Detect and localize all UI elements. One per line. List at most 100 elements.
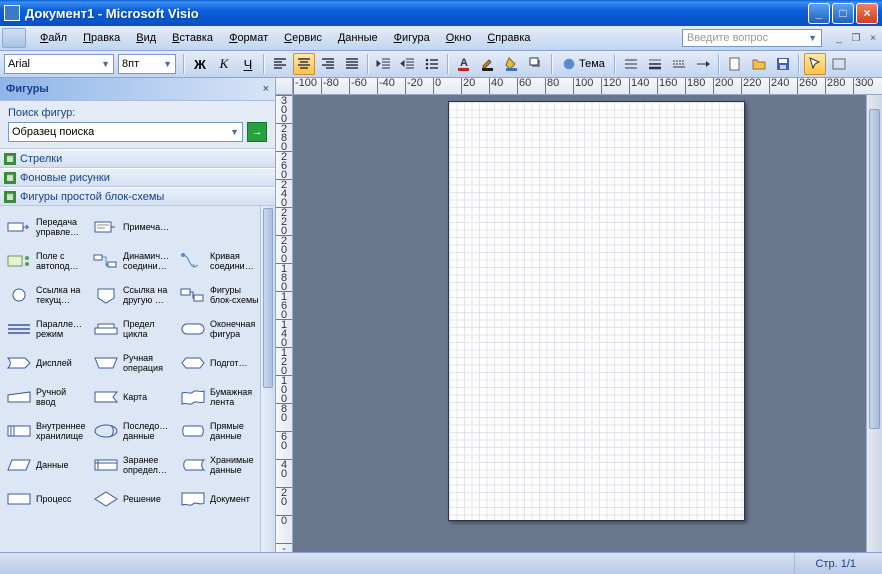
line-ends-button[interactable] (692, 53, 714, 75)
shape-item[interactable]: Бумажная лента (176, 380, 263, 414)
shape-item[interactable]: Ручная операция (89, 346, 176, 380)
font-size-select[interactable]: 8пт▼ (118, 54, 176, 74)
shape-item[interactable]: Паралле… режим (2, 312, 89, 346)
shape-item[interactable]: Фигуры блок-схемы (176, 278, 263, 312)
menu-Вставка[interactable]: Вставка (164, 29, 221, 47)
menu-Сервис[interactable]: Сервис (276, 29, 330, 47)
shape-item[interactable]: Карта (89, 380, 176, 414)
shape-search: Поиск фигур: Образец поиска ▼ → (0, 101, 275, 149)
shape-icon (178, 454, 208, 476)
maximize-button[interactable]: □ (832, 3, 854, 24)
shape-item[interactable]: Дисплей (2, 346, 89, 380)
align-right-button[interactable] (317, 53, 339, 75)
align-left-button[interactable] (269, 53, 291, 75)
vertical-scrollbar[interactable] (866, 95, 882, 555)
shape-item[interactable]: Данные (2, 448, 89, 482)
horizontal-ruler[interactable]: -100-80-60-40-20020406080100120140160180… (293, 78, 882, 95)
menu-Данные[interactable]: Данные (330, 29, 386, 47)
shape-item[interactable]: Заранее определ… (89, 448, 176, 482)
category-backgrounds[interactable]: ▦Фоновые рисунки (0, 168, 275, 187)
shape-item[interactable]: Хранимые данные (176, 448, 263, 482)
underline-button[interactable]: Ч (237, 53, 259, 75)
menu-Формат[interactable]: Формат (221, 29, 276, 47)
shape-item[interactable]: Ручной ввод (2, 380, 89, 414)
more-button[interactable] (828, 53, 850, 75)
bullet-list-button[interactable] (421, 53, 443, 75)
scrollbar-thumb[interactable] (869, 109, 880, 429)
ruler-tick: 60 (517, 78, 531, 94)
mdi-close-button[interactable]: × (866, 31, 880, 45)
menu-Правка[interactable]: Правка (75, 29, 128, 47)
shape-label: Примеча… (123, 222, 169, 232)
menu-Окно[interactable]: Окно (438, 29, 480, 47)
open-button[interactable] (748, 53, 770, 75)
shape-item[interactable]: Динамич… соедини… (89, 244, 176, 278)
shape-item[interactable]: Процесс (2, 482, 89, 516)
shape-item[interactable]: Оконечная фигура (176, 312, 263, 346)
menu-Справка[interactable]: Справка (479, 29, 538, 47)
minimize-button[interactable]: _ (808, 3, 830, 24)
shape-item[interactable]: Подгот… (176, 346, 263, 380)
ask-question-box[interactable]: Введите вопрос ▼ (682, 29, 822, 47)
shape-item[interactable]: Предел цикла (89, 312, 176, 346)
shape-icon (4, 386, 34, 408)
ruler-tick: 140 (629, 78, 649, 94)
shapes-scrollbar[interactable] (260, 206, 275, 555)
scrollbar-thumb[interactable] (263, 208, 273, 388)
shape-label: Последо… данные (123, 421, 174, 441)
shape-item[interactable]: Внутреннее хранилище (2, 414, 89, 448)
ruler-tick: 280 (276, 123, 292, 152)
line-pattern-button[interactable] (668, 53, 690, 75)
vertical-ruler[interactable]: 3002802602402202001801601401201008060402… (276, 95, 293, 555)
search-input[interactable]: Образец поиска ▼ (8, 122, 243, 142)
shape-item[interactable]: Последо… данные (89, 414, 176, 448)
shape-label: Ручная операция (123, 353, 174, 373)
align-justify-button[interactable] (341, 53, 363, 75)
line-weight-button[interactable] (644, 53, 666, 75)
category-arrows[interactable]: ▦Стрелки (0, 149, 275, 168)
control-menu-icon[interactable] (2, 28, 26, 48)
panel-close-button[interactable]: × (263, 83, 269, 95)
shape-item[interactable]: Ссылка на другую … (89, 278, 176, 312)
canvas-viewport[interactable] (293, 95, 882, 555)
search-go-button[interactable]: → (247, 122, 267, 142)
menu-Вид[interactable]: Вид (128, 29, 164, 47)
close-button[interactable]: × (856, 3, 878, 24)
line-style-button[interactable] (620, 53, 642, 75)
shape-item[interactable]: Примеча… (89, 210, 176, 244)
shape-item[interactable]: Кривая соедини… (176, 244, 263, 278)
shape-icon (4, 216, 34, 238)
mdi-minimize-button[interactable]: _ (832, 31, 846, 45)
mdi-restore-button[interactable]: ❐ (849, 31, 863, 45)
category-flowchart[interactable]: ▦Фигуры простой блок-схемы (0, 187, 275, 206)
ruler-tick: 160 (657, 78, 677, 94)
increase-indent-button[interactable] (397, 53, 419, 75)
shadow-button[interactable] (525, 53, 547, 75)
bold-button[interactable]: Ж (189, 53, 211, 75)
shape-item[interactable]: Ссылка на текущ… (2, 278, 89, 312)
shape-item[interactable]: Поле с автопод… (2, 244, 89, 278)
font-name-select[interactable]: Arial▼ (4, 54, 114, 74)
theme-button[interactable]: Тема (558, 53, 609, 75)
save-button[interactable] (772, 53, 794, 75)
decrease-indent-button[interactable] (373, 53, 395, 75)
ruler-tick: 240 (769, 78, 789, 94)
font-color-button[interactable]: A (453, 53, 475, 75)
drawing-page[interactable] (448, 101, 745, 521)
menu-Фигура[interactable]: Фигура (386, 29, 438, 47)
ruler-tick: 40 (489, 78, 503, 94)
shape-label: Решение (123, 494, 161, 504)
line-color-button[interactable] (477, 53, 499, 75)
shape-item[interactable]: Передача управле… (2, 210, 89, 244)
new-button[interactable] (724, 53, 746, 75)
align-center-button[interactable] (293, 53, 315, 75)
shape-item[interactable]: Решение (89, 482, 176, 516)
shape-item[interactable]: Прямые данные (176, 414, 263, 448)
pointer-tool-button[interactable] (804, 53, 826, 75)
shape-item[interactable]: Документ (176, 482, 263, 516)
ruler-tick: 180 (685, 78, 705, 94)
fill-color-button[interactable] (501, 53, 523, 75)
menu-Файл[interactable]: Файл (32, 29, 75, 47)
italic-button[interactable]: К (213, 53, 235, 75)
ruler-tick: 300 (276, 95, 292, 124)
